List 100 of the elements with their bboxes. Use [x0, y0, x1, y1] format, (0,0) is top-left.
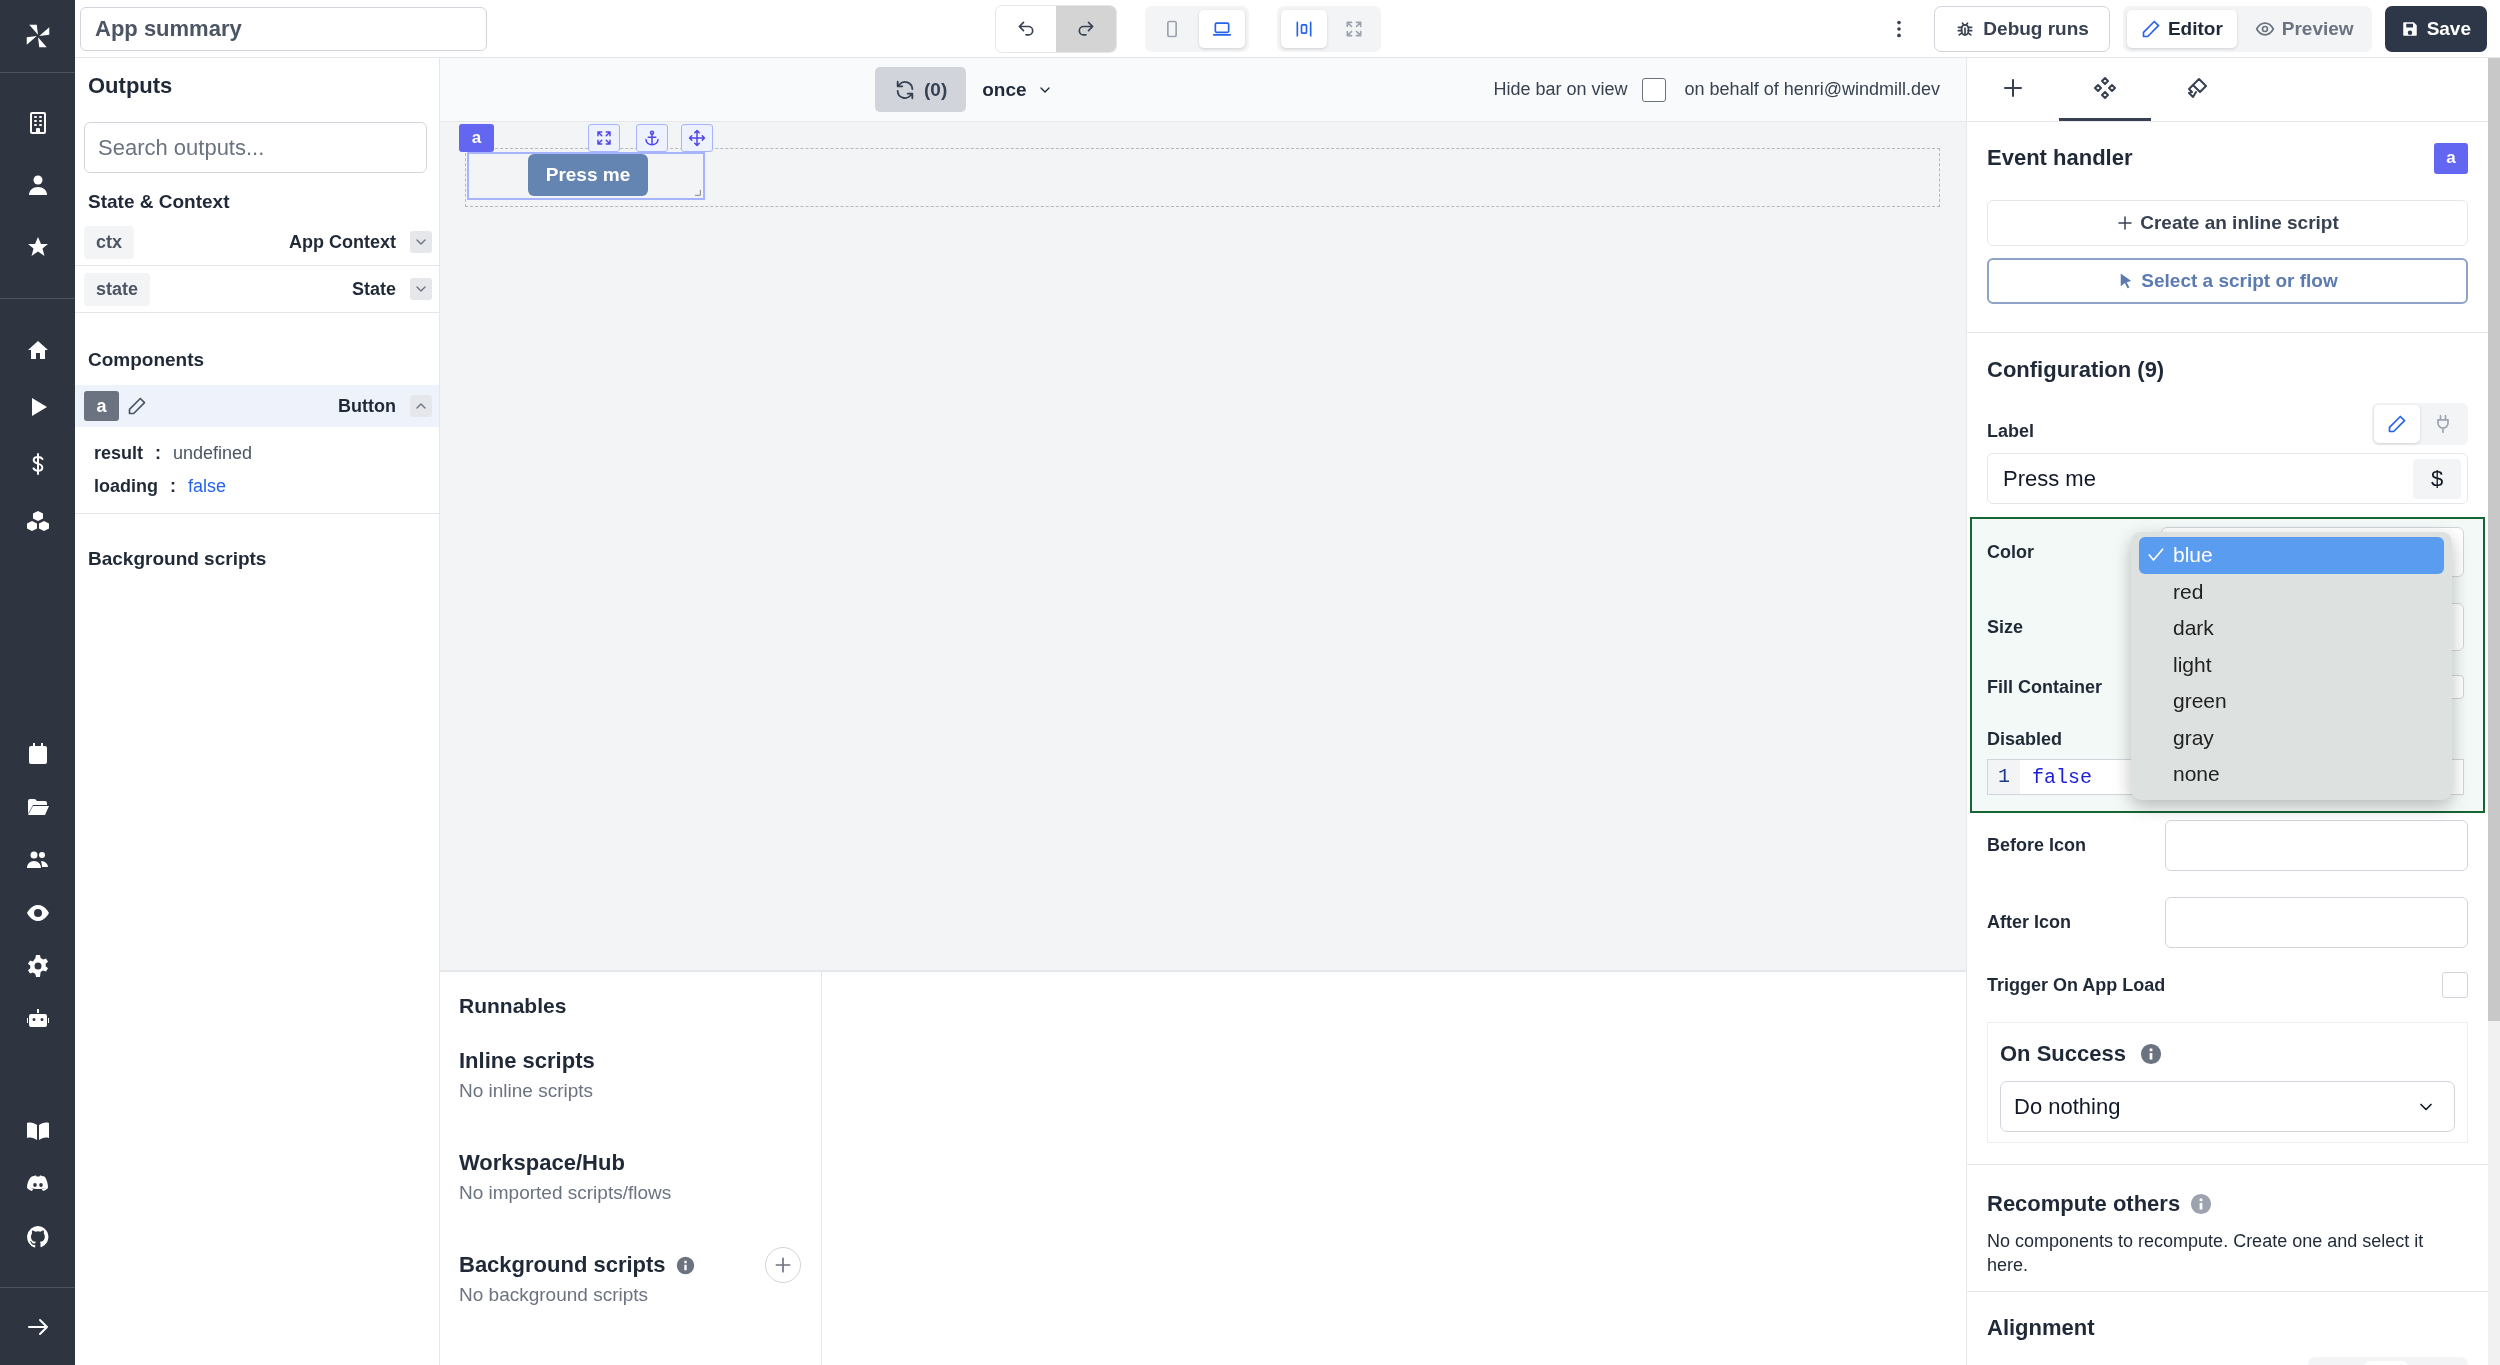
debug-runs-button[interactable]: Debug runs	[1934, 5, 2110, 52]
field-label: Trigger On App Load	[1987, 974, 2166, 996]
field-label: Size	[1987, 616, 2024, 638]
resize-handle-icon[interactable]	[692, 187, 702, 197]
redo-button[interactable]	[1056, 5, 1116, 52]
text-field[interactable]: Press me $	[1987, 453, 2468, 504]
checkbox-label: Hide bar on view	[1493, 79, 1628, 100]
settings-icon[interactable]	[25, 953, 50, 978]
section-title: State & Context	[87, 190, 231, 214]
field-label: Before Icon	[1987, 835, 2087, 856]
preview-tab[interactable]: Preview	[2240, 9, 2368, 48]
dropdown-option[interactable]: gray	[2139, 719, 2444, 756]
redo-icon	[1076, 18, 1096, 39]
section-title: Inline scripts	[459, 1048, 595, 1074]
output-key: loading	[94, 476, 158, 497]
desktop-view-button[interactable]	[1199, 9, 1245, 48]
section-title: Recompute others	[1987, 1191, 2181, 1217]
separator: :	[154, 443, 163, 464]
component-type: Button	[337, 395, 397, 417]
field-label: After Icon	[1987, 912, 2071, 933]
editor-tab[interactable]: Editor	[2126, 9, 2237, 48]
plus-icon	[773, 1255, 793, 1275]
expand-toggle[interactable]	[410, 278, 432, 300]
refresh-button[interactable]: (0)	[875, 67, 967, 112]
output-value: undefined	[173, 443, 253, 464]
on-behalf-text: on behalf of henri@windmill.dev	[1684, 79, 1940, 100]
component-row[interactable]: a Button	[75, 385, 439, 427]
section-title: Workspace/Hub	[459, 1150, 625, 1176]
dropdown-option[interactable]: light	[2139, 646, 2444, 683]
expression-button[interactable]: $	[2413, 458, 2461, 499]
panel-title: Runnables	[459, 994, 568, 1019]
move-icon[interactable]	[688, 129, 706, 147]
field-label: Fill Container	[1987, 676, 2102, 698]
empty-message: No background scripts	[459, 1283, 650, 1307]
section-title: Alignment	[1987, 1315, 2096, 1341]
paintbrush-icon	[2185, 76, 2209, 100]
section-title: Background scripts	[87, 547, 268, 570]
output-value: false	[188, 476, 227, 497]
component-id-badge: a	[2434, 142, 2468, 174]
pencil-icon	[2387, 414, 2407, 434]
expand-toggle[interactable]	[410, 395, 432, 417]
expand-toggle[interactable]	[410, 231, 432, 253]
select-script-button[interactable]: Select a script or flow	[1987, 258, 2468, 304]
section-title: Background scripts	[459, 1252, 666, 1278]
expand-icon[interactable]	[595, 129, 613, 147]
context-label: State	[351, 278, 397, 300]
icon-field[interactable]	[2165, 820, 2468, 871]
add-button[interactable]	[765, 1247, 801, 1283]
line-number: 1	[1988, 760, 2020, 794]
title-field[interactable]: App summary	[80, 6, 487, 51]
fullscreen-icon	[1344, 18, 1364, 39]
context-tag: state	[84, 272, 151, 306]
section-title: Configuration (9)	[1987, 357, 2166, 384]
component-id-badge[interactable]: a	[459, 124, 494, 152]
cubes-icon[interactable]	[25, 508, 50, 533]
field-label: Label	[1987, 419, 2034, 442]
section-title: Event handler	[1987, 145, 2133, 171]
separator: :	[169, 476, 177, 497]
help-text: No components to recompute. Create one and select it here.	[1987, 1230, 2425, 1277]
plus-icon	[2001, 76, 2025, 100]
dropdown-option[interactable]: dark	[2139, 610, 2444, 647]
app-button[interactable]: Press me	[528, 154, 648, 196]
component-id-badge: a	[84, 391, 119, 421]
output-key: result	[94, 443, 144, 464]
context-tag: ctx	[84, 225, 134, 259]
github-icon[interactable]	[25, 1224, 50, 1249]
info-icon[interactable]	[675, 1255, 695, 1275]
action-dropdown[interactable]: Do nothing	[2000, 1081, 2455, 1132]
section-title: Components	[87, 348, 206, 372]
component-frame[interactable]: Press me	[467, 152, 705, 200]
empty-message: No imported scripts/flows	[459, 1181, 673, 1205]
pencil-icon[interactable]	[127, 396, 147, 416]
fit-width-button[interactable]	[1281, 9, 1327, 48]
empty-message: No inline scripts	[459, 1079, 595, 1103]
refresh-icon	[894, 78, 916, 101]
context-label: App Context	[288, 231, 397, 253]
info-icon[interactable]	[2139, 1043, 2162, 1065]
dropdown-option[interactable]: none	[2139, 756, 2444, 793]
icon-field[interactable]	[2165, 897, 2468, 948]
dropdown-menu[interactable]: blue red dark light green gray none	[2131, 532, 2452, 800]
panel-title: Outputs	[87, 72, 174, 100]
static-mode-button[interactable]	[2374, 405, 2420, 443]
section-title: On Success	[2000, 1041, 2126, 1067]
pencil-icon	[2140, 18, 2161, 39]
field-label: Color	[1987, 541, 2034, 563]
code-text: false	[2031, 765, 2092, 789]
save-icon	[2400, 19, 2419, 38]
field-label: Disabled	[1987, 729, 2063, 749]
plus-icon	[2116, 214, 2135, 232]
save-button[interactable]: Save	[2384, 5, 2487, 52]
dropdown-option[interactable]: green	[2139, 683, 2444, 720]
search-field[interactable]: Search outputs...	[84, 122, 427, 173]
run-mode-dropdown[interactable]: once	[966, 78, 1069, 101]
dropdown-option[interactable]: red	[2139, 573, 2444, 610]
component-icon	[2093, 76, 2117, 100]
scrollbar-thumb[interactable]	[2488, 58, 2500, 1021]
checkbox[interactable]	[1641, 77, 1666, 102]
undo-icon	[1016, 18, 1036, 39]
anchor-icon[interactable]	[643, 129, 661, 147]
create-script-button[interactable]: Create an inline script	[1987, 200, 2468, 246]
